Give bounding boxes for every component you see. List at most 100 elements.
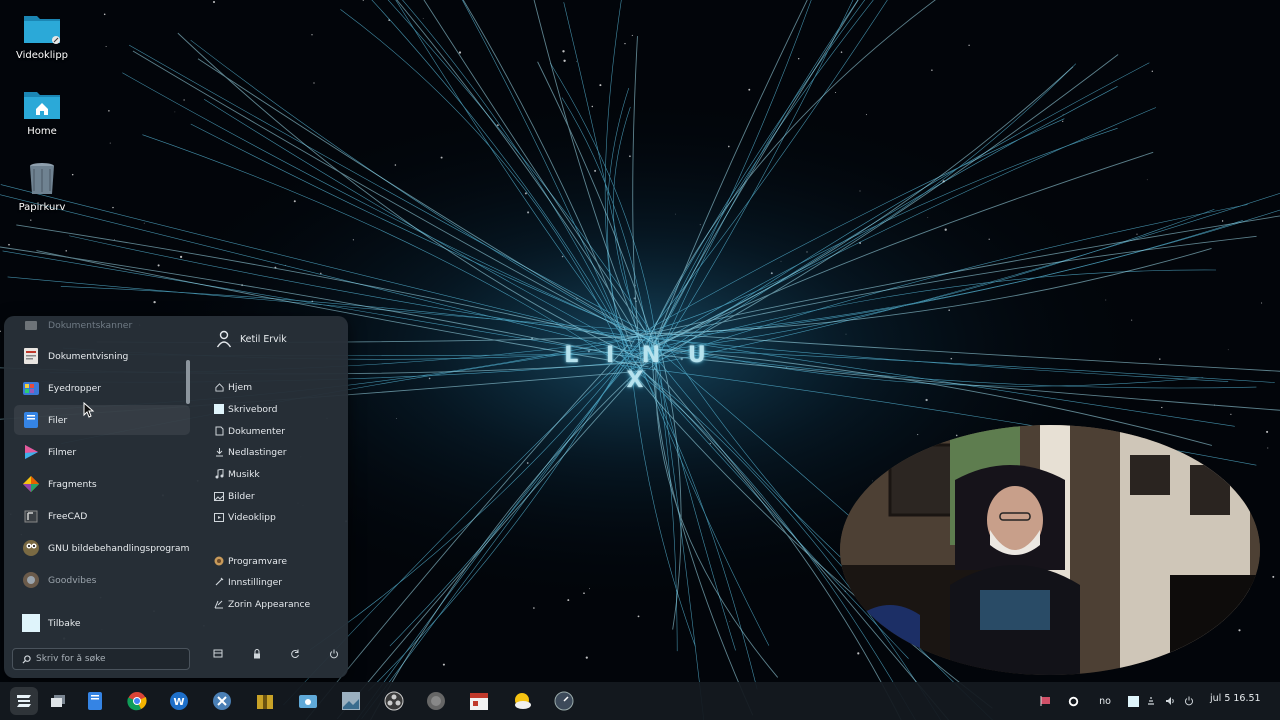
desktop-icon [214,404,224,414]
suspend-button[interactable] [210,646,226,662]
place-musikk[interactable]: Musikk [214,465,260,483]
search-input[interactable] [36,654,176,664]
place-dokumenter[interactable]: Dokumenter [214,422,285,440]
tray-circle-icon[interactable] [1066,692,1080,710]
app-item-freecad[interactable]: FreeCAD [14,501,190,531]
settings-icon [214,577,224,587]
taskbar-obs[interactable] [380,687,408,715]
software-center-icon [213,692,231,710]
back-label: Tilbake [48,617,81,629]
svg-text:W: W [173,697,184,708]
archive-icon [257,695,273,709]
tray-flag-icon[interactable] [1038,692,1052,710]
taskbar-files[interactable] [81,687,109,715]
search-box[interactable] [12,648,190,670]
taskbar-system-monitor[interactable] [550,687,578,715]
place-nedlastinger[interactable]: Nedlastinger [214,443,287,461]
back-button[interactable]: Tilbake [14,608,190,638]
lock-button[interactable] [249,646,265,662]
app-item-goodvibes[interactable]: Goodvibes [14,565,190,595]
pictures-icon [214,491,224,501]
image-viewer-icon [342,692,360,710]
user-account[interactable]: Ketil Ervik [216,330,287,348]
user-icon [216,330,232,348]
app-item-label: Dokumentskanner [48,319,133,331]
desktop-icon-label: Home [27,126,57,137]
system-label: Zorin Appearance [228,598,311,610]
app-item-label: Goodvibes [48,574,97,586]
user-name: Ketil Ervik [240,333,287,345]
app-item-label: FreeCAD [48,510,88,522]
music-icon [214,469,224,479]
system-zorin-appearance[interactable]: Zorin Appearance [214,595,310,613]
place-videoklipp[interactable]: Videoklipp [214,508,276,526]
place-label: Skrivebord [228,403,278,415]
tray-network-icon[interactable] [1144,692,1158,710]
app-item-label: Filmer [48,446,77,458]
app-list-scrollbar[interactable] [186,360,190,404]
desktop-icon-videoklipp[interactable]: Videoklipp [0,8,84,61]
eyedropper-icon [22,379,40,397]
tray-power-icon[interactable] [1182,692,1196,710]
document-viewer-icon [22,347,40,365]
taskbar-web-app[interactable]: W [165,687,193,715]
search-icon [22,654,31,664]
tray-display-icon[interactable] [1126,692,1140,710]
app-item-fragments[interactable]: Fragments [14,469,190,499]
workspaces-button[interactable] [44,687,72,715]
fragments-icon [22,475,40,493]
restart-button[interactable] [287,646,303,662]
app-item-eyedropper[interactable]: Eyedropper [14,373,190,403]
taskbar-chrome[interactable] [123,687,151,715]
suspend-icon [213,649,223,658]
taskbar-sound-recorder[interactable] [422,687,450,715]
zorin-menu-button[interactable] [10,687,38,715]
zorin-logo-icon [17,695,31,707]
taskbar-image-viewer[interactable] [337,687,365,715]
system-innstillinger[interactable]: Innstillinger [214,573,282,591]
system-programvare[interactable]: Programvare [214,552,287,570]
app-item-dokumentvisning[interactable]: Dokumentvisning [14,341,190,371]
place-label: Dokumenter [228,425,286,437]
taskbar-archive[interactable] [251,687,279,715]
taskbar-weather[interactable] [508,687,536,715]
videos-folder-icon [214,512,224,522]
app-item-gimp[interactable]: GNU bildebehandlingsprogram [14,533,190,563]
place-label: Nedlastinger [228,446,287,458]
desktop-icon-papirkurv[interactable]: Papirkurv [0,160,84,213]
appearance-icon [214,599,224,609]
desktop-icon-home[interactable]: Home [0,84,84,137]
back-icon [22,614,40,632]
scanner-icon [22,316,40,334]
folder-video-icon [24,16,60,44]
place-skrivebord[interactable]: Skrivebord [214,400,277,418]
place-hjem[interactable]: Hjem [214,378,252,396]
restart-icon [291,649,300,659]
system-label: Innstillinger [228,576,283,588]
taskbar-gnome-software[interactable] [208,687,236,715]
power-button[interactable] [326,646,342,662]
tray-volume-icon[interactable] [1163,692,1177,710]
app-item-dokumentskanner[interactable]: Dokumentskanner [14,316,190,340]
taskbar-calendar[interactable] [465,687,493,715]
freecad-icon [22,507,40,525]
place-bilder[interactable]: Bilder [214,487,255,505]
taskbar: W no jul 5 16.51 [0,682,1280,720]
app-item-filmer[interactable]: Filmer [14,437,190,467]
app-item-label: Filer [48,414,68,426]
power-icon [329,649,338,659]
app-item-label: Dokumentvisning [48,350,129,362]
taskbar-screenshot[interactable] [294,687,322,715]
clock[interactable]: jul 5 16.51 [1210,693,1261,704]
documents-icon [214,426,224,436]
gimp-icon [22,539,40,557]
app-item-filer[interactable]: Filer [14,405,190,435]
files-icon [22,411,40,429]
screenshot-icon [299,695,317,708]
tray-language[interactable]: no [1096,692,1114,710]
start-menu: Dokumentskanner Dokumentvisning Eyedropp… [4,316,348,678]
chrome-icon [127,692,147,711]
calendar-icon [470,693,488,710]
app-list: Dokumentskanner Dokumentvisning Eyedropp… [12,316,192,642]
place-label: Hjem [228,381,253,393]
